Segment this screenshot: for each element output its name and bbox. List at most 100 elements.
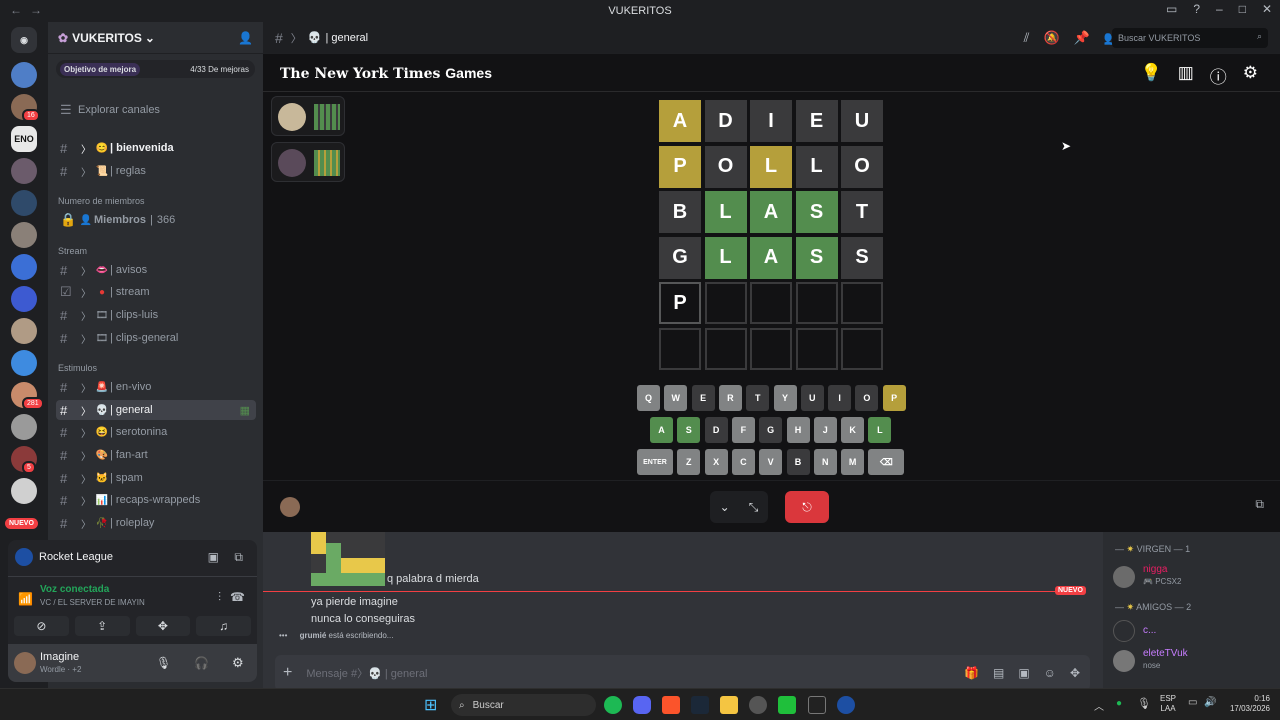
brave-icon[interactable] — [662, 696, 680, 714]
keyboard-key[interactable]: Z — [677, 449, 701, 475]
popout-icon[interactable]: ⧉ — [1255, 497, 1264, 512]
server-icon[interactable] — [11, 350, 37, 376]
keyboard-key[interactable]: S — [677, 417, 701, 443]
epic-games-icon[interactable] — [808, 696, 826, 714]
avatar[interactable] — [280, 497, 300, 517]
member-item[interactable]: c... — [1113, 620, 1273, 642]
tray-icon[interactable]: ● — [1116, 698, 1122, 709]
category-estimulos[interactable]: Estimulos — [58, 363, 97, 373]
headset-icon[interactable]: 🎧 — [194, 656, 209, 670]
channel-roleplay[interactable]: # 〉 🥀 | roleplay — [56, 513, 256, 533]
keyboard-key[interactable]: R — [718, 385, 742, 411]
clock[interactable]: 0:16 17/03/2026 — [1224, 694, 1270, 714]
channel-members[interactable]: 🔒 👤 Miembros | 366 — [56, 210, 256, 230]
channel-reglas[interactable]: # 〉 📜 | reglas — [56, 161, 256, 181]
help-icon[interactable]: ⓘ — [1210, 63, 1227, 88]
server-icon[interactable] — [11, 414, 37, 440]
server-icon[interactable] — [11, 318, 37, 344]
keyboard-key[interactable]: G — [759, 417, 783, 443]
server-icon[interactable] — [11, 286, 37, 312]
chevron-down-icon[interactable]: ⌄ — [720, 500, 730, 514]
spotify-icon[interactable] — [604, 696, 622, 714]
keyboard-key[interactable]: V — [759, 449, 783, 475]
keyboard-key[interactable]: Q — [637, 385, 660, 411]
voice-channel[interactable]: VC / EL SERVER DE IMAYIN — [40, 598, 145, 607]
keyboard-key[interactable]: A — [650, 417, 673, 443]
taskbar-search[interactable]: ⌕ Buscar — [451, 694, 596, 716]
emoji-icon[interactable]: ☺ — [1044, 666, 1056, 680]
message-input[interactable]: + Mensaje #〉💀 | general 🎁 ▤ ▣ ☺ ✥ — [275, 655, 1090, 691]
keyboard-key[interactable]: U — [800, 385, 824, 411]
voice-activity-icon[interactable]: ⫶ — [218, 590, 221, 605]
category-stream[interactable]: Stream — [58, 246, 87, 256]
category-members[interactable]: Numero de miembros — [58, 196, 145, 206]
user-name[interactable]: Imagine — [40, 651, 79, 663]
avatar[interactable] — [14, 652, 36, 674]
channel-clips-luis[interactable]: # 〉 🎞 | clips-luis — [56, 305, 256, 325]
keyboard-key[interactable]: I — [828, 385, 852, 411]
keyboard-key[interactable]: M — [841, 449, 865, 475]
hint-icon[interactable]: 💡 — [1141, 63, 1162, 88]
mute-icon[interactable]: 🔕 — [1043, 30, 1059, 46]
keyboard-key[interactable]: J — [813, 417, 837, 443]
wordle-result-image[interactable] — [311, 532, 385, 586]
mic-icon[interactable]: 🎙 — [1137, 697, 1151, 710]
pin-icon[interactable]: 📌 — [1074, 30, 1090, 46]
settings-icon[interactable]: ⚙ — [232, 655, 244, 671]
app-icon[interactable] — [749, 696, 767, 714]
keyboard-key[interactable]: K — [841, 417, 865, 443]
activities-icon[interactable]: ✥ — [135, 616, 191, 636]
windows-start-icon[interactable]: ⊞ — [424, 695, 442, 714]
channel-recaps[interactable]: # 〉 📊 | recaps-wrappeds — [56, 490, 256, 510]
language-indicator[interactable]: ESP LAA — [1160, 694, 1176, 714]
threads-icon[interactable]: ⫽ — [1024, 30, 1030, 46]
steam-icon[interactable] — [691, 696, 709, 714]
keyboard-key[interactable]: F — [731, 417, 755, 443]
channel-en-vivo[interactable]: # 〉 🚨 | en-vivo — [56, 377, 256, 397]
keyboard-key[interactable]: T — [746, 385, 770, 411]
player-card[interactable] — [271, 142, 345, 182]
window-controls[interactable]: ▭? – □ ✕ — [1166, 2, 1272, 16]
member-item[interactable]: eleteTVuk nose — [1113, 648, 1273, 674]
server-icon[interactable] — [11, 478, 37, 504]
keyboard-key[interactable]: E — [691, 385, 715, 411]
settings-icon[interactable]: ⚙ — [1243, 63, 1258, 88]
add-attachment-icon[interactable]: + — [283, 664, 292, 682]
search-input[interactable]: Buscar VUKERITOS ⌕ — [1112, 28, 1268, 48]
share-screen-icon[interactable]: ⇪ — [74, 616, 130, 636]
popout-icon[interactable]: ⧉ — [234, 550, 243, 565]
channel-spam[interactable]: # 〉 🐱 | spam — [56, 468, 256, 488]
server-icon[interactable]: ENO — [11, 126, 37, 152]
chevron-up-icon[interactable]: ︿ — [1094, 698, 1104, 713]
channel-general[interactable]: # 〉 💀 | general ▦ — [56, 400, 256, 420]
channel-avisos[interactable]: # 〉 👄 | avisos — [56, 260, 256, 280]
folder-icon[interactable] — [720, 696, 738, 714]
discord-icon[interactable] — [633, 696, 651, 714]
keyboard-key[interactable]: B — [786, 449, 810, 475]
leave-activity-button[interactable]: ⎋ — [785, 491, 829, 523]
stats-icon[interactable]: ▥ — [1178, 63, 1194, 88]
keyboard-key[interactable]: L — [868, 417, 892, 443]
boost-goal[interactable]: Objetivo de mejora 4/33 De mejoras — [56, 60, 255, 78]
disconnect-icon[interactable]: ☎ — [230, 590, 245, 604]
channel-stream[interactable]: ☑ 〉 ● | stream — [56, 282, 256, 302]
channel-fan-art[interactable]: # 〉 🎨 | fan-art — [56, 445, 256, 465]
mic-icon[interactable]: 🎙 — [156, 656, 171, 670]
server-icon[interactable] — [11, 62, 37, 88]
volume-icon[interactable]: 🔊 — [1204, 697, 1216, 708]
browse-channels[interactable]: ☰ Explorar canales — [56, 100, 256, 120]
keyboard-key[interactable]: N — [813, 449, 837, 475]
keyboard-key[interactable]: X — [704, 449, 728, 475]
keyboard-key[interactable]: P — [882, 385, 906, 411]
server-icon[interactable] — [11, 190, 37, 216]
collapse-icon[interactable]: ⤡ — [749, 500, 759, 515]
voice-status[interactable]: Voz conectada — [40, 584, 109, 595]
gif-icon[interactable]: ▤ — [993, 666, 1004, 680]
rocket-league-icon[interactable] — [837, 696, 855, 714]
back-forward-icons[interactable]: ←→ — [10, 3, 50, 17]
channel-serotonina[interactable]: # 〉 😆 | serotonina — [56, 422, 256, 442]
server-icon[interactable] — [11, 222, 37, 248]
apps-icon[interactable]: ✥ — [1070, 666, 1080, 680]
app-icon[interactable] — [778, 696, 796, 714]
server-icon[interactable] — [11, 158, 37, 184]
